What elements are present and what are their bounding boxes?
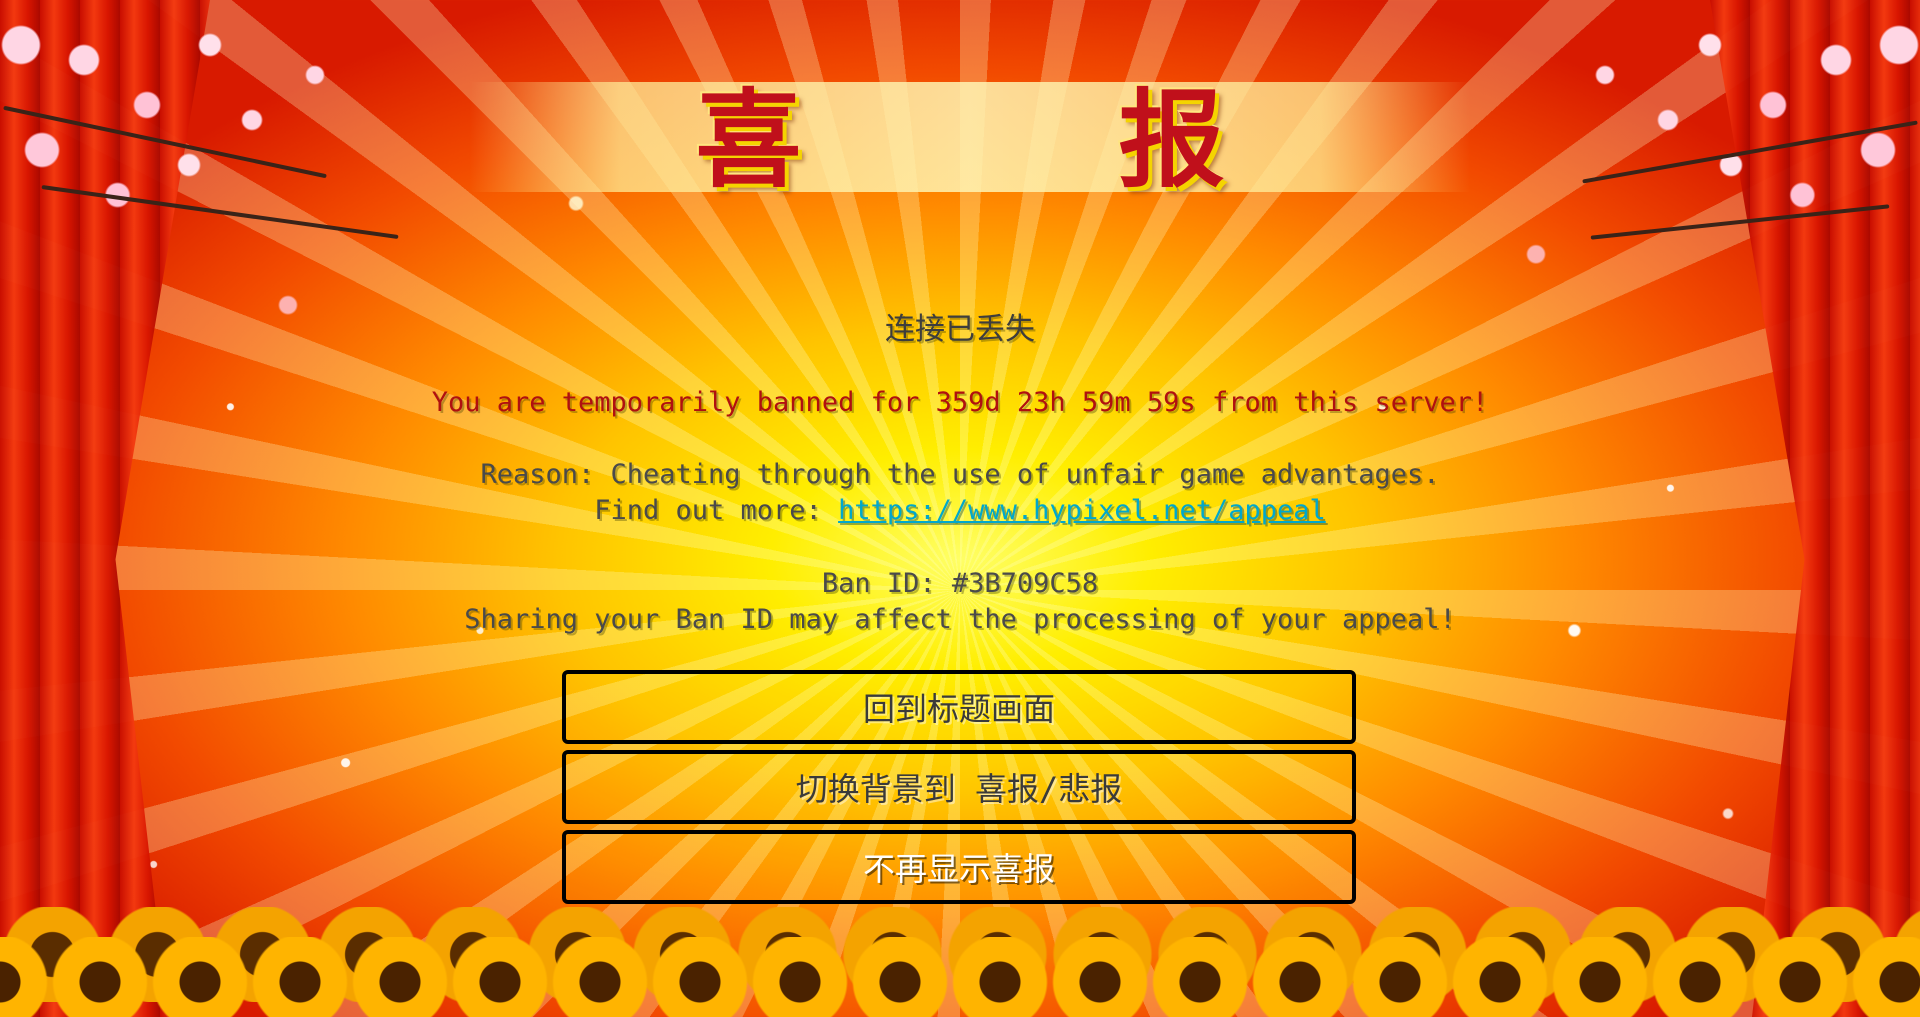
sunflower-border	[0, 937, 1920, 1017]
back-to-title-button[interactable]: 回到标题画面	[562, 670, 1356, 744]
find-out-more-line: Find out more: https://www.hypixel.net/a…	[0, 493, 1920, 529]
connection-lost-heading: 连接已丢失	[885, 312, 1035, 347]
ban-message: You are temporarily banned for 359d 23h …	[431, 387, 1489, 418]
sharing-warning: Sharing your Ban ID may affect the proce…	[464, 604, 1456, 635]
page-title: 喜 报	[695, 77, 1365, 202]
dont-show-again-button[interactable]: 不再显示喜报	[562, 830, 1356, 904]
ban-reason: Reason: Cheating through the use of unfa…	[480, 459, 1440, 490]
ban-id: Ban ID: #3B709C58	[821, 568, 1099, 599]
switch-background-button[interactable]: 切换背景到 喜报/悲报	[562, 750, 1356, 824]
appeal-link[interactable]: https://www.hypixel.net/appeal	[838, 495, 1326, 526]
find-out-more-label: Find out more:	[594, 495, 839, 526]
